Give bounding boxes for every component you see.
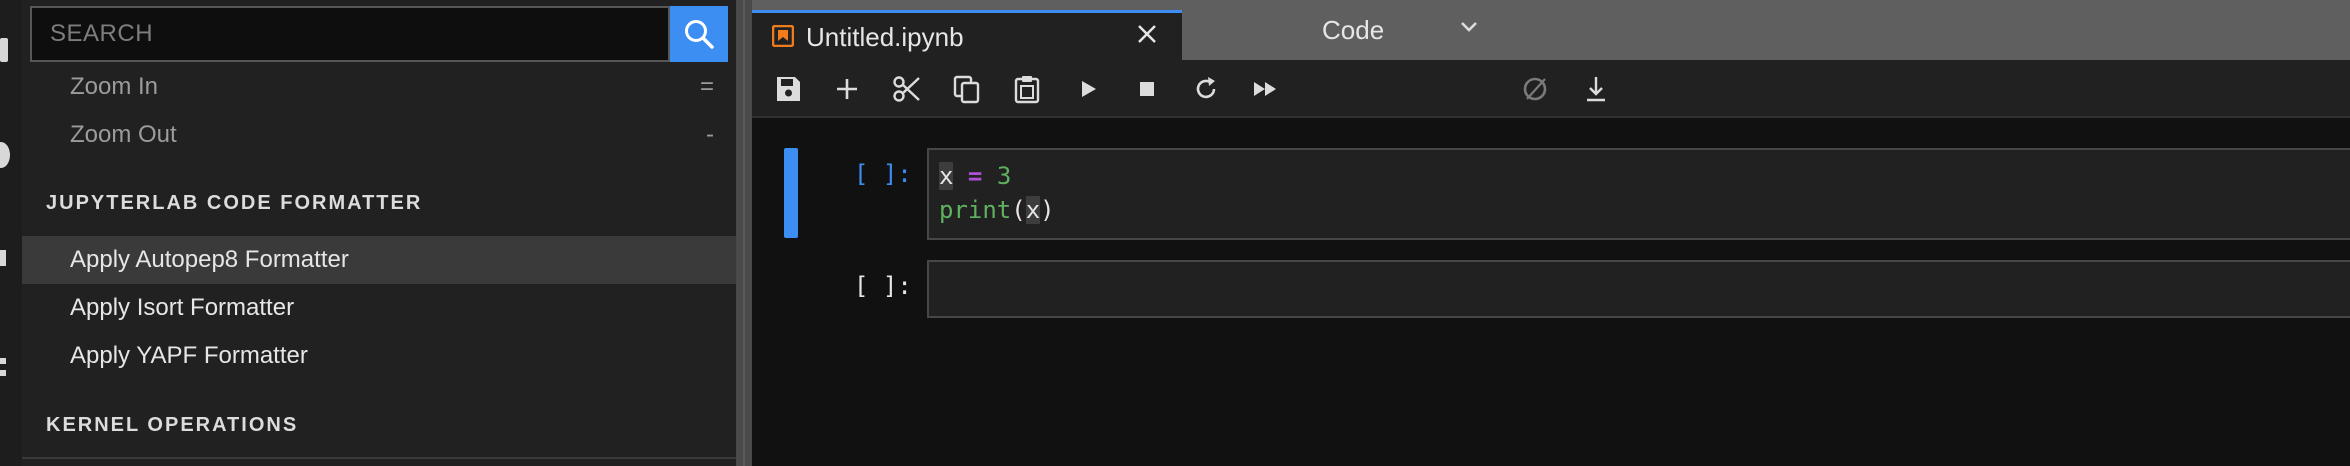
files-icon[interactable] xyxy=(0,38,8,62)
close-icon[interactable] xyxy=(1136,23,1158,45)
notebook-icon xyxy=(772,25,794,47)
activity-bar xyxy=(0,0,22,466)
code-variable: x xyxy=(1025,196,1041,224)
stop-icon[interactable] xyxy=(1131,73,1163,105)
add-cell-icon[interactable] xyxy=(831,73,863,105)
cell-type-label: Code xyxy=(1322,15,1385,45)
code-operator: = xyxy=(967,162,983,190)
code-builtin: print xyxy=(939,196,1012,224)
command-label: Apply YAPF Formatter xyxy=(70,342,308,369)
splitter-edge xyxy=(743,0,745,466)
code-variable: x xyxy=(939,162,954,190)
category-heading-formatter: JUPYTERLAB CODE FORMATTER xyxy=(46,192,423,214)
run-icon[interactable] xyxy=(1072,73,1104,105)
panel-splitter[interactable] xyxy=(736,0,752,466)
command-zoom-in[interactable]: Zoom In = xyxy=(22,63,736,111)
fast-forward-icon[interactable] xyxy=(1250,73,1282,105)
copy-icon[interactable] xyxy=(951,73,983,105)
search-input[interactable] xyxy=(30,6,670,62)
divider xyxy=(22,457,736,459)
code-editor-cell-2[interactable] xyxy=(927,260,2350,318)
command-palette: Zoom In = Zoom Out - JUPYTERLAB CODE FOR… xyxy=(22,0,736,466)
cell-collapser[interactable] xyxy=(784,148,798,238)
code-paren: ) xyxy=(1040,196,1055,224)
chevron-down-icon xyxy=(1461,22,1477,32)
command-shortcut: - xyxy=(706,121,714,148)
command-shortcut: = xyxy=(699,73,714,100)
download-icon[interactable] xyxy=(1580,73,1612,105)
cut-icon[interactable] xyxy=(891,73,923,105)
input-prompt: [ ]: xyxy=(854,272,912,300)
search-button[interactable] xyxy=(670,6,728,62)
command-zoom-out[interactable]: Zoom Out - xyxy=(22,111,736,159)
command-label: Apply Isort Formatter xyxy=(70,294,295,321)
cell-type-dropdown[interactable]: Code xyxy=(1322,13,1482,45)
search-icon xyxy=(685,20,714,49)
command-label: Zoom In xyxy=(70,73,159,100)
command-apply-yapf[interactable]: Apply YAPF Formatter xyxy=(22,332,736,380)
command-label: Zoom Out xyxy=(70,121,177,148)
code-line: print(x) xyxy=(939,196,1055,224)
code-line: x = 3 xyxy=(939,162,1011,190)
command-apply-isort[interactable]: Apply Isort Formatter xyxy=(22,284,736,332)
restart-icon[interactable] xyxy=(1190,73,1222,105)
code-number: 3 xyxy=(996,162,1012,190)
running-icon[interactable] xyxy=(0,142,10,168)
tabs-icon-part xyxy=(0,370,6,376)
input-prompt: [ ]: xyxy=(854,160,912,188)
tab-title: Untitled.ipynb xyxy=(806,22,964,52)
kernel-status-icon[interactable] xyxy=(1519,73,1551,105)
code-editor-cell-1[interactable]: x = 3 print(x) xyxy=(927,148,2350,240)
notebook-toolbar xyxy=(752,60,2350,118)
commands-icon[interactable] xyxy=(0,250,6,266)
code-paren: ( xyxy=(1011,196,1026,224)
command-label: Apply Autopep8 Formatter xyxy=(70,246,349,273)
tabs-icon[interactable] xyxy=(0,358,6,364)
save-icon[interactable] xyxy=(772,73,804,105)
paste-icon[interactable] xyxy=(1011,73,1043,105)
category-heading-kernel: KERNEL OPERATIONS xyxy=(46,414,299,436)
command-apply-autopep8[interactable]: Apply Autopep8 Formatter xyxy=(22,236,736,284)
tab-untitled-notebook[interactable]: Untitled.ipynb xyxy=(752,10,1182,60)
